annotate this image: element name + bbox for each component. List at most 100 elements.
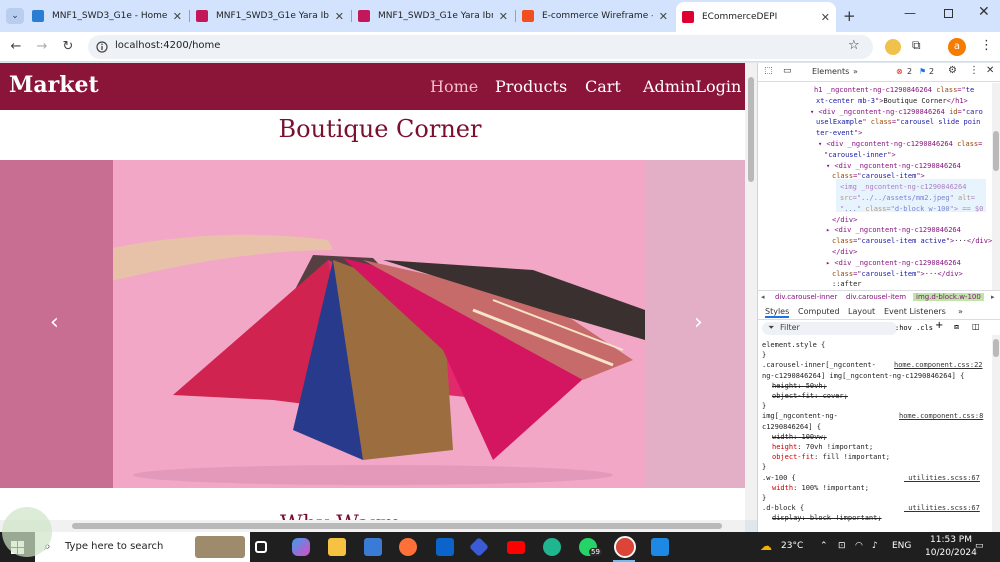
- style-rule-line[interactable]: object-fit: fill !important;: [772, 453, 890, 463]
- dom-tree-scrollbar[interactable]: [992, 83, 1000, 290]
- weather-temp[interactable]: 23°C: [781, 541, 803, 551]
- style-rule-line[interactable]: ng-c1290846264] img[_ngcontent-ng-c12908…: [762, 372, 964, 382]
- dom-tree-line[interactable]: uselExample" class="carousel slide poin: [816, 117, 980, 128]
- language-indicator[interactable]: ENG: [892, 541, 911, 551]
- issues-icon[interactable]: ⚑: [919, 67, 926, 76]
- tab-close-icon[interactable]: ✕: [821, 11, 830, 24]
- event-listeners-tab[interactable]: Event Listeners: [884, 307, 946, 316]
- profile-avatar[interactable]: a: [948, 38, 966, 56]
- wifi-icon[interactable]: ◠: [855, 541, 863, 551]
- page-vertical-scrollbar[interactable]: [745, 63, 757, 520]
- style-rule-line[interactable]: .d-block {_utilities.scss:67: [762, 504, 980, 514]
- style-rule-line[interactable]: .w-100 {_utilities.scss:67: [762, 474, 980, 484]
- network-icon[interactable]: ⊡: [838, 541, 846, 551]
- hscrollbar-thumb[interactable]: [72, 523, 722, 529]
- elements-tab[interactable]: Elements: [812, 67, 849, 76]
- tray-chevron-icon[interactable]: ⌃: [820, 541, 828, 551]
- reload-button[interactable]: ↻: [60, 39, 76, 55]
- edge-icon[interactable]: [543, 538, 561, 556]
- restore-button[interactable]: [944, 9, 953, 18]
- source-link[interactable]: _utilities.scss:67: [904, 474, 980, 484]
- clock-date[interactable]: 10/20/2024: [925, 548, 977, 558]
- extensions-puzzle-icon[interactable]: ⧉: [912, 38, 921, 53]
- dom-tree-line[interactable]: ▾ <div _ngcontent-ng-c1290846264 class=: [818, 139, 982, 150]
- style-rule-line[interactable]: width: 100vw;: [772, 433, 827, 443]
- taskbar-search-box[interactable]: ⌕ Type here to search: [35, 532, 250, 562]
- breadcrumb-scroll-left-icon[interactable]: ◂: [761, 293, 765, 301]
- style-rule-line[interactable]: }: [762, 351, 766, 361]
- site-brand[interactable]: Market: [9, 72, 99, 98]
- inspect-element-icon[interactable]: ⬚: [764, 66, 773, 76]
- browser-tab[interactable]: ECommerceDEPI ✕: [676, 2, 836, 32]
- carousel-prev-arrow-icon[interactable]: ‹: [50, 310, 59, 335]
- dom-tree-line[interactable]: class="carousel-item active">···</div>: [832, 236, 992, 247]
- device-toolbar-icon[interactable]: ▭: [783, 66, 792, 76]
- devtools-menu-icon[interactable]: ⋮: [969, 65, 979, 76]
- forward-button[interactable]: →: [34, 39, 50, 55]
- style-rule-line[interactable]: }: [762, 402, 766, 412]
- menu-icon[interactable]: ⋮: [980, 38, 993, 53]
- browser-tab[interactable]: MNF1_SWD3_G1e - Home ✕: [26, 4, 188, 28]
- style-rule-line[interactable]: width: 100% !important;: [772, 484, 869, 494]
- style-rule-line[interactable]: }: [762, 494, 766, 504]
- new-tab-button[interactable]: +: [843, 7, 856, 25]
- style-rule-line[interactable]: height: 70vh !important;: [772, 443, 873, 453]
- dom-tree-line[interactable]: class="carousel-item">···</div>: [832, 269, 963, 280]
- style-rule-line[interactable]: .carousel-inner[_ngcontent-home.componen…: [762, 361, 983, 371]
- dom-tree-line[interactable]: ter-event">: [816, 128, 862, 139]
- nav-adminlogin-link[interactable]: AdminLogin: [643, 77, 741, 96]
- address-bar[interactable]: localhost:4200/home: [88, 35, 873, 59]
- styles-filter-input[interactable]: ⏷ Filter: [762, 322, 897, 335]
- volume-icon[interactable]: ♪: [872, 541, 878, 551]
- bookmark-star-icon[interactable]: ☆: [848, 38, 860, 53]
- nav-home-link[interactable]: Home: [430, 77, 478, 96]
- notifications-icon[interactable]: ▭: [975, 541, 984, 551]
- browser-tab[interactable]: MNF1_SWD3_G1e Yara Ibrahi ✕: [352, 4, 514, 28]
- dom-tree-scroll-thumb[interactable]: [993, 131, 999, 171]
- site-info-icon[interactable]: [96, 41, 108, 53]
- more-tabs-icon[interactable]: »: [853, 67, 858, 76]
- element-state-icon[interactable]: ⧈: [954, 322, 959, 332]
- nav-cart-link[interactable]: Cart: [585, 77, 621, 96]
- browser-tab[interactable]: E-commerce Wireframe – Fig ✕: [516, 4, 674, 28]
- dom-tree-line[interactable]: ▾ <div _ngcontent-ng-c1290846264 id="car…: [810, 107, 983, 118]
- nav-products-link[interactable]: Products: [495, 77, 567, 96]
- style-rule-line[interactable]: img[_ngcontent-ng-home.component.css:8: [762, 412, 983, 422]
- dom-tree-line[interactable]: ▸ <div _ngcontent-ng-c1290846264: [826, 258, 961, 269]
- weather-icon[interactable]: ☁: [760, 539, 772, 553]
- tab-search-dropdown-icon[interactable]: ⌄: [6, 8, 24, 24]
- dom-tree-line[interactable]: "carousel-inner">: [824, 150, 896, 161]
- copilot-icon[interactable]: [292, 538, 310, 556]
- breadcrumb-scroll-right-icon[interactable]: ▸: [991, 293, 995, 301]
- close-window-button[interactable]: ✕: [978, 4, 990, 20]
- style-rule-line[interactable]: object-fit: cover;: [772, 392, 848, 402]
- breadcrumb-item[interactable]: div.carousel-item: [846, 293, 906, 301]
- dom-tree-line[interactable]: h1 _ngcontent-ng-c1290846264 class="te: [814, 85, 974, 96]
- browser-tab[interactable]: MNF1_SWD3_G1e Yara Ibrahi ✕: [190, 4, 350, 28]
- extension-avatar-icon[interactable]: [885, 39, 901, 55]
- dom-tree-line[interactable]: </div>: [832, 247, 857, 258]
- clock-time[interactable]: 11:53 PM: [930, 535, 972, 545]
- new-style-rule-icon[interactable]: +: [935, 320, 943, 331]
- styles-scroll-thumb[interactable]: [993, 339, 999, 357]
- app-icon[interactable]: [469, 537, 489, 557]
- youtube-icon[interactable]: [507, 541, 525, 554]
- style-rule-line[interactable]: c1290846264] {: [762, 423, 821, 433]
- file-explorer-icon[interactable]: [328, 538, 346, 556]
- hov-cls-toggles[interactable]: :hov .cls: [895, 324, 933, 332]
- source-link[interactable]: _utilities.scss:67: [904, 504, 980, 514]
- computed-tab[interactable]: Computed: [798, 307, 840, 316]
- style-rule-line[interactable]: height: 50vh;: [772, 382, 827, 392]
- dom-tree-line[interactable]: xt-center mb-3">Boutique Corner</h1>: [816, 96, 968, 107]
- outlook-icon[interactable]: [436, 538, 454, 556]
- source-link[interactable]: home.component.css:22: [894, 361, 983, 371]
- scrollbar-thumb[interactable]: [748, 77, 754, 182]
- task-view-icon[interactable]: [255, 541, 267, 553]
- vscode-icon[interactable]: [651, 538, 669, 556]
- store-icon[interactable]: [364, 538, 382, 556]
- tab-close-icon[interactable]: ✕: [173, 10, 182, 23]
- back-button[interactable]: ←: [8, 39, 24, 55]
- style-rule-line[interactable]: display: block !important;: [772, 514, 882, 524]
- breadcrumb-item-selected[interactable]: img.d-block.w-100: [913, 293, 984, 301]
- layout-tab[interactable]: Layout: [848, 307, 875, 316]
